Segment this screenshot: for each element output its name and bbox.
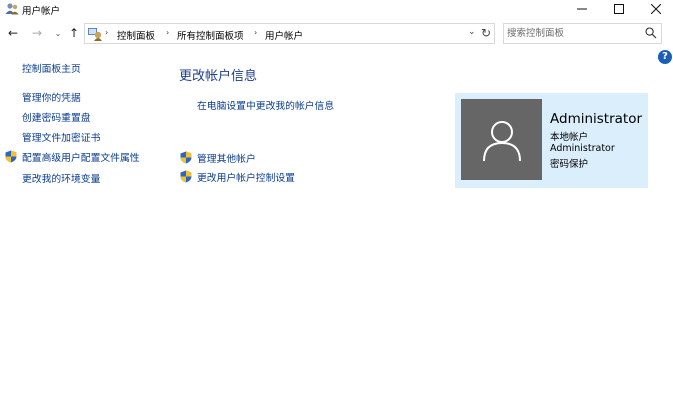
manage-other-accounts-link[interactable]: 管理其他帐户 — [197, 151, 256, 165]
sidebar-item-manage-credentials[interactable]: 管理你的凭据 — [22, 90, 81, 104]
sidebar-item-password-reset-disk[interactable]: 创建密码重置盘 — [22, 110, 91, 124]
breadcrumb-control-panel[interactable]: 控制面板 — [117, 28, 155, 42]
uac-shield-icon — [180, 151, 192, 164]
breadcrumb-all-items[interactable]: 所有控制面板项 — [177, 28, 244, 42]
sidebar-item-environment-variables[interactable]: 更改我的环境变量 — [22, 171, 100, 185]
account-type: 本地帐户 — [550, 132, 589, 143]
navigation-bar: ← → ⌄ ↑ › 控制面板 › 所有控制面板项 › 用户帐户 ⌄ ↻ — [0, 21, 673, 45]
minimize-button[interactable] — [562, 0, 602, 18]
address-bar[interactable]: › 控制面板 › 所有控制面板项 › 用户帐户 ⌄ ↻ — [84, 23, 495, 44]
account-name: Administrator — [550, 111, 643, 127]
breadcrumb-separator: › — [105, 28, 109, 37]
sidebar-item-control-panel-home[interactable]: 控制面板主页 — [22, 61, 81, 75]
uac-shield-icon — [180, 170, 192, 183]
arrow-left-icon: ← — [7, 26, 19, 40]
address-dropdown-icon[interactable]: ⌄ — [468, 27, 476, 37]
sidebar-item-file-encryption-certificates[interactable]: 管理文件加密证书 — [22, 130, 100, 144]
window-title: 用户帐户 — [22, 6, 61, 17]
sidebar-item-advanced-profile-properties[interactable]: 配置高级用户配置文件属性 — [22, 150, 140, 164]
chevron-down-icon: ⌄ — [54, 28, 62, 38]
change-uac-settings-link[interactable]: 更改用户帐户控制设置 — [197, 170, 295, 184]
control-panel-icon — [88, 28, 102, 41]
close-button[interactable] — [636, 0, 673, 18]
search-input[interactable] — [507, 26, 637, 41]
user-icon — [482, 120, 521, 161]
avatar[interactable] — [461, 99, 542, 180]
user-accounts-icon — [5, 3, 19, 15]
close-icon — [651, 4, 661, 14]
search-icon[interactable] — [645, 27, 657, 39]
search-box — [503, 23, 662, 44]
breadcrumb-user-accounts[interactable]: 用户帐户 — [265, 28, 303, 42]
change-account-in-pc-settings-link[interactable]: 在电脑设置中更改我的帐户信息 — [197, 98, 334, 112]
breadcrumb-separator: › — [254, 28, 258, 37]
minimize-icon — [577, 8, 587, 10]
maximize-button[interactable] — [599, 0, 639, 18]
recent-locations-button[interactable]: ⌄ — [50, 24, 66, 42]
account-password-status: 密码保护 — [550, 159, 589, 170]
arrow-up-icon: ↑ — [68, 26, 80, 40]
uac-shield-icon — [5, 150, 17, 163]
arrow-right-icon: → — [31, 26, 43, 40]
title-bar: 用户帐户 — [0, 0, 673, 18]
breadcrumb-separator: › — [166, 28, 170, 37]
up-button[interactable]: ↑ — [66, 24, 82, 42]
account-card: Administrator 本地帐户 Administrator 密码保护 — [455, 93, 648, 188]
page-title: 更改帐户信息 — [179, 69, 258, 84]
forward-button[interactable]: → — [29, 24, 45, 42]
help-button[interactable]: ? — [658, 50, 672, 64]
maximize-icon — [614, 4, 624, 14]
account-group: Administrator — [550, 143, 615, 154]
refresh-icon[interactable]: ↻ — [481, 26, 491, 40]
back-button[interactable]: ← — [5, 24, 21, 42]
